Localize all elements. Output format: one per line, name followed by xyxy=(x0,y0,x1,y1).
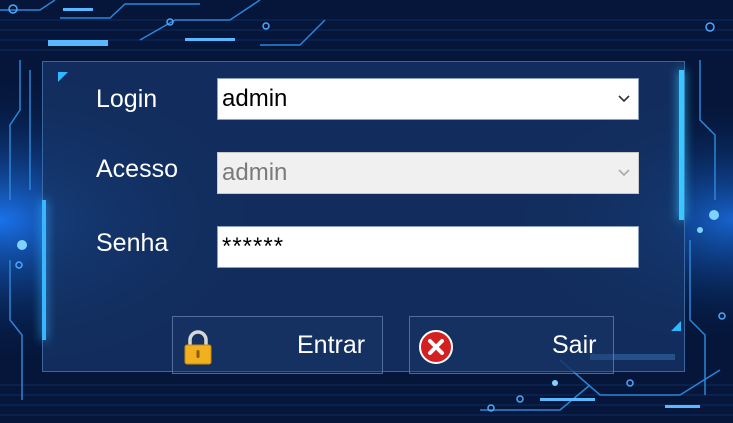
close-circle-icon xyxy=(418,329,453,365)
password-value: ****** xyxy=(222,233,285,260)
panel-accent-right xyxy=(679,70,684,220)
panel-corner-top-left xyxy=(58,72,68,82)
password-field[interactable]: ****** xyxy=(217,226,639,268)
login-label: Login xyxy=(96,85,158,113)
acesso-value: admin xyxy=(222,159,288,186)
entrar-button[interactable]: Entrar xyxy=(172,316,383,374)
sair-button[interactable]: Sair xyxy=(409,316,614,374)
chevron-down-icon[interactable] xyxy=(614,79,634,119)
entrar-button-label: Entrar xyxy=(297,331,366,359)
acesso-combobox: admin xyxy=(217,152,639,194)
senha-label: Senha xyxy=(96,229,169,257)
chevron-down-icon xyxy=(614,153,634,193)
panel-accent-left xyxy=(42,200,46,340)
panel-corner-bottom-right xyxy=(671,321,681,331)
login-combobox[interactable]: admin xyxy=(217,78,639,120)
padlock-icon xyxy=(181,329,215,365)
sair-button-label: Sair xyxy=(552,331,597,359)
acesso-label: Acesso xyxy=(96,155,178,183)
login-value: admin xyxy=(222,85,288,112)
